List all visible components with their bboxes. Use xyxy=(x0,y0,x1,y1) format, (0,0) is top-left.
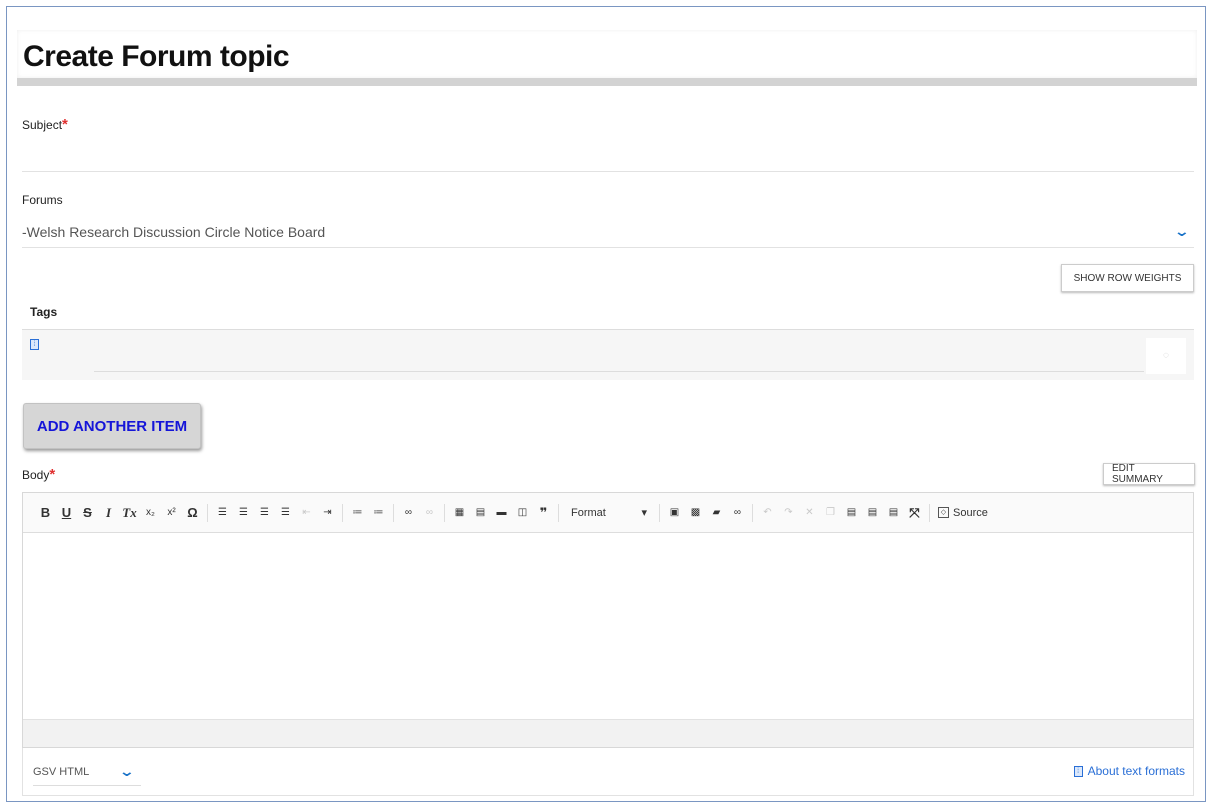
paste-icon[interactable]: ▤ xyxy=(841,502,862,524)
indent-icon[interactable]: ⇥ xyxy=(317,502,338,524)
forums-selected-value: -Welsh Research Discussion Circle Notice… xyxy=(22,224,326,240)
tags-header-label: Tags xyxy=(30,305,58,319)
toolbar-separator xyxy=(342,503,343,522)
source-icon: ◇ xyxy=(938,507,949,518)
body-required-mark: * xyxy=(49,466,56,483)
forums-select[interactable]: -Welsh Research Discussion Circle Notice… xyxy=(22,220,1194,248)
tags-table-header: Tags xyxy=(22,300,1194,330)
bold-button[interactable]: B xyxy=(35,502,56,524)
body-editor: B U S I Tx x₂ x² Ω ☰ ☰ ☰ ☰ ⇤ ⇥ ≔ ≔ ∞ ∞ ▦… xyxy=(22,492,1194,748)
undo-icon[interactable]: ↶ xyxy=(757,502,778,524)
underline-button[interactable]: U xyxy=(56,502,77,524)
paste-word-icon[interactable]: ▤ xyxy=(883,502,904,524)
tags-table: Tags ⁞ ◌ xyxy=(22,300,1194,380)
subject-required-mark: * xyxy=(62,116,68,133)
paste-text-icon[interactable]: ▤ xyxy=(862,502,883,524)
redo-icon[interactable]: ↷ xyxy=(778,502,799,524)
drag-handle-icon[interactable]: ⁞ xyxy=(30,339,39,350)
format-arrow-icon: ▾ xyxy=(641,507,647,519)
title-bar: Create Forum topic xyxy=(17,30,1197,86)
horizontal-rule-icon[interactable]: ▤ xyxy=(470,502,491,524)
tag-input[interactable] xyxy=(94,340,1144,372)
text-format-value: GSV HTML xyxy=(33,766,90,778)
chevron-down-icon: ⌄ xyxy=(1173,223,1191,239)
page-break-icon[interactable]: ◫ xyxy=(512,502,533,524)
editor-status-bar xyxy=(23,719,1193,747)
subject-label-group: Subject* xyxy=(22,116,68,133)
toolbar-separator xyxy=(752,503,753,522)
superscript-button[interactable]: x² xyxy=(161,502,182,524)
blockquote-icon[interactable]: ❞ xyxy=(533,502,554,524)
bulleted-list-icon[interactable]: ≔ xyxy=(347,502,368,524)
edit-summary-button[interactable]: EDIT SUMMARY xyxy=(1103,463,1195,485)
subject-input[interactable] xyxy=(22,140,1194,172)
unlink-icon[interactable]: ∞ xyxy=(419,502,440,524)
table-row: ⁞ ◌ xyxy=(22,330,1194,380)
toolbar-separator xyxy=(659,503,660,522)
italic-button[interactable]: I xyxy=(98,502,119,524)
add-another-item-button[interactable]: ADD ANOTHER ITEM xyxy=(23,403,201,449)
embed-link-icon[interactable]: ∞ xyxy=(727,502,748,524)
toolbar-separator xyxy=(444,503,445,522)
toolbar-separator xyxy=(207,503,208,522)
strikethrough-button[interactable]: S xyxy=(77,502,98,524)
special-character-button[interactable]: Ω xyxy=(182,502,203,524)
autocomplete-icon: ◌ xyxy=(1146,338,1186,374)
table-icon[interactable]: ▦ xyxy=(449,502,470,524)
subscript-button[interactable]: x₂ xyxy=(140,502,161,524)
editor-toolbar: B U S I Tx x₂ x² Ω ☰ ☰ ☰ ☰ ⇤ ⇥ ≔ ≔ ∞ ∞ ▦… xyxy=(23,493,1193,533)
numbered-list-icon[interactable]: ≔ xyxy=(368,502,389,524)
subject-label: Subject xyxy=(22,118,63,132)
text-format-panel: GSV HTML ⌄ ⁞ About text formats xyxy=(22,748,1194,796)
help-icon: ⁞ xyxy=(1073,765,1083,777)
outdent-icon[interactable]: ⇤ xyxy=(296,502,317,524)
page-title: Create Forum topic xyxy=(23,40,290,73)
chevron-down-icon: ⌄ xyxy=(118,763,136,779)
link-icon[interactable]: ∞ xyxy=(398,502,419,524)
align-left-icon[interactable]: ☰ xyxy=(212,502,233,524)
cut-icon[interactable]: ✕ xyxy=(799,502,820,524)
text-format-select[interactable]: GSV HTML ⌄ xyxy=(33,762,141,786)
format-label: Format xyxy=(571,506,606,519)
div-container-icon[interactable]: ▬ xyxy=(491,502,512,524)
align-justify-icon[interactable]: ☰ xyxy=(275,502,296,524)
forums-label: Forums xyxy=(22,193,63,207)
format-dropdown[interactable]: Format ▾ xyxy=(565,502,653,524)
remove-format-button[interactable]: Tx xyxy=(119,502,140,524)
source-button[interactable]: ◇ Source xyxy=(934,507,992,519)
source-label: Source xyxy=(953,506,988,519)
body-label: Body xyxy=(22,468,50,482)
align-center-icon[interactable]: ☰ xyxy=(233,502,254,524)
toolbar-separator xyxy=(558,503,559,522)
copy-icon[interactable]: ❐ xyxy=(820,502,841,524)
media-embed-icon[interactable]: ▩ xyxy=(685,502,706,524)
about-text-formats-label: About text formats xyxy=(1087,764,1185,778)
toolbar-separator xyxy=(929,503,930,522)
show-row-weights-button[interactable]: SHOW ROW WEIGHTS xyxy=(1061,264,1194,292)
image-icon[interactable]: ▣ xyxy=(664,502,685,524)
folder-icon[interactable]: ▰ xyxy=(706,502,727,524)
maximize-icon[interactable]: ⤧ xyxy=(904,502,925,524)
body-label-group: Body* xyxy=(22,466,55,483)
editor-content-area[interactable] xyxy=(23,533,1193,719)
align-right-icon[interactable]: ☰ xyxy=(254,502,275,524)
about-text-formats-link[interactable]: ⁞ About text formats xyxy=(1073,764,1185,778)
toolbar-separator xyxy=(393,503,394,522)
